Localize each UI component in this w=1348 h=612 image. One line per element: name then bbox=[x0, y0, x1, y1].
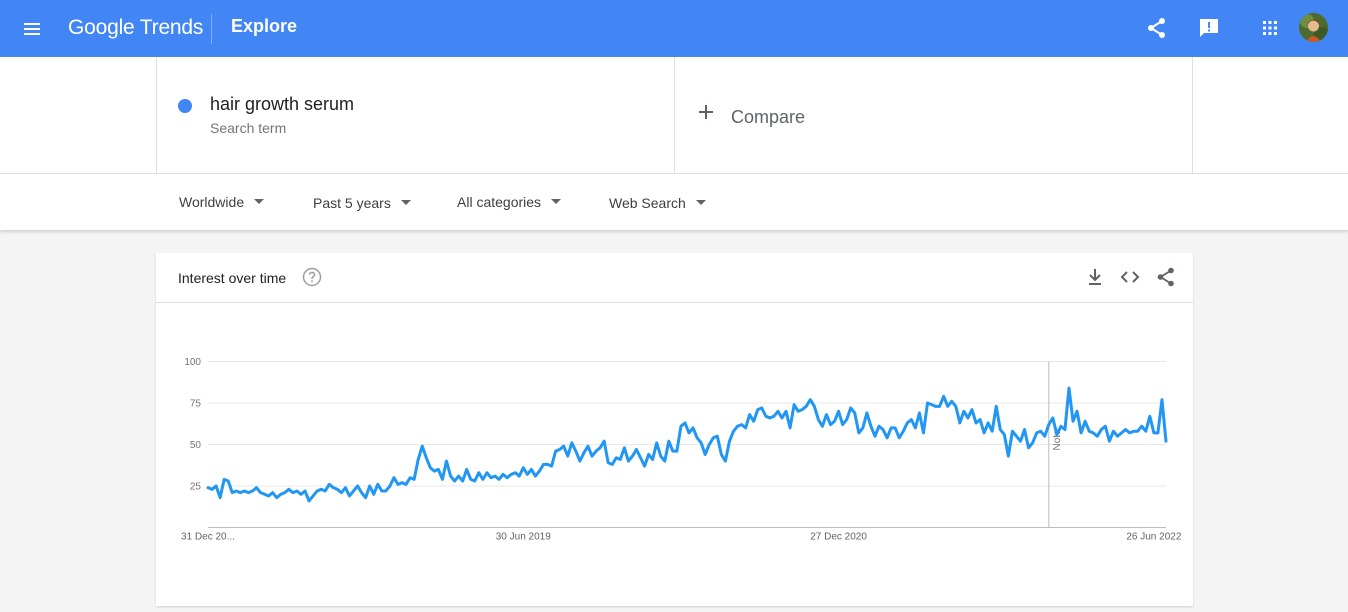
search-term-type: Search term bbox=[210, 120, 287, 136]
page-title: Explore bbox=[231, 16, 298, 36]
x-tick-label: 27 Dec 2020 bbox=[810, 532, 867, 543]
y-tick-label: 100 bbox=[184, 357, 201, 368]
search-type-filter-dropdown[interactable]: Web Search bbox=[609, 195, 706, 211]
search-term-card[interactable]: hair growth serum Search term bbox=[156, 57, 675, 173]
share-icon[interactable] bbox=[1145, 16, 1169, 40]
plus-icon bbox=[697, 103, 715, 126]
y-tick-label: 75 bbox=[190, 399, 202, 410]
interest-over-time-card: Interest over time 25 50 75 100 Note 31 Dec 2… bbox=[156, 253, 1193, 606]
x-tick-label: 26 Jun 2022 bbox=[1126, 532, 1181, 543]
chevron-down-icon bbox=[695, 199, 706, 205]
chevron-down-icon bbox=[551, 198, 562, 204]
x-tick-label: 30 Jun 2019 bbox=[496, 532, 551, 543]
compare-button[interactable]: Compare bbox=[675, 57, 1193, 173]
logo-trends-text: Trends bbox=[139, 16, 204, 39]
apps-grid-icon[interactable] bbox=[1258, 16, 1282, 40]
category-filter-label: All categories bbox=[457, 194, 542, 210]
compare-label: Compare bbox=[731, 107, 806, 127]
account-avatar[interactable] bbox=[1299, 13, 1328, 42]
time-filter-label: Past 5 years bbox=[313, 195, 391, 211]
time-filter-dropdown[interactable]: Past 5 years bbox=[313, 195, 411, 211]
search-type-filter-label: Web Search bbox=[609, 195, 686, 211]
category-filter-dropdown[interactable]: All categories bbox=[457, 194, 562, 210]
logo-google-text: Google bbox=[68, 16, 135, 39]
y-tick-label: 50 bbox=[190, 440, 202, 451]
top-app-bar: Google Trends Explore bbox=[0, 0, 1348, 57]
feedback-icon[interactable] bbox=[1197, 16, 1221, 40]
region-filter-label: Worldwide bbox=[179, 194, 245, 210]
region-filter-dropdown[interactable]: Worldwide bbox=[179, 194, 265, 210]
header-divider bbox=[211, 14, 212, 44]
x-tick-label: 31 Dec 20... bbox=[181, 532, 235, 543]
chevron-down-icon bbox=[400, 199, 411, 205]
search-terms-panel: hair growth serum Search term Compare bbox=[0, 57, 1348, 173]
chevron-down-icon bbox=[254, 198, 265, 204]
term-color-dot bbox=[178, 99, 192, 113]
hamburger-menu-icon[interactable] bbox=[20, 17, 44, 41]
interest-over-time-chart[interactable]: 255075100Note31 Dec 20... 30 Jun 2019 27 D… bbox=[156, 253, 1193, 606]
search-term-text[interactable]: hair growth serum bbox=[210, 94, 354, 115]
google-trends-logo[interactable]: Google Trends bbox=[68, 16, 203, 40]
y-tick-label: 25 bbox=[190, 482, 202, 493]
filter-bar: Worldwide Past 5 years All categories We… bbox=[0, 173, 1348, 230]
